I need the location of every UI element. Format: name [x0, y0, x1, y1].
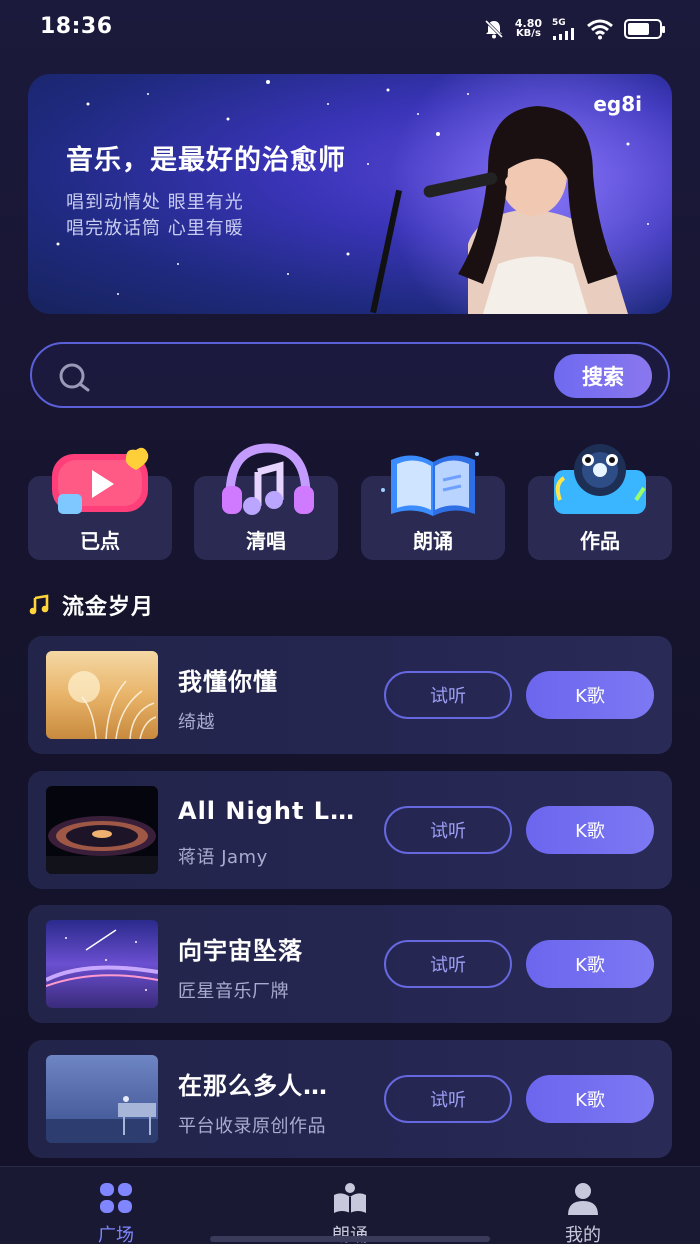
status-bar: 18:36 4.80 KB/s 5G — [0, 0, 700, 60]
nav-label: 广场 — [98, 1225, 134, 1244]
grid-icon — [100, 1183, 132, 1213]
headphones-note-icon — [222, 443, 314, 515]
signal-icon — [553, 27, 574, 40]
banner-subtitle-2: 唱完放话筒 心里有暖 — [66, 218, 244, 239]
song-cover — [46, 786, 158, 874]
music-note-icon — [29, 594, 49, 615]
banner-logo: eg8i — [593, 92, 642, 116]
song-item[interactable]: 向宇宙坠落 匠星音乐厂牌 试听 K歌 — [28, 905, 672, 1023]
song-artist: 匠星音乐厂牌 — [178, 981, 289, 1002]
category-row: 已点 清唱 朗诵 作品 — [28, 440, 672, 560]
category-label: 已点 — [80, 529, 120, 553]
nav-profile[interactable]: 我的 — [523, 1181, 643, 1244]
network-label: 5G — [552, 17, 566, 28]
song-cover — [46, 651, 158, 739]
category-label: 作品 — [580, 529, 620, 553]
book-icon — [334, 1183, 366, 1213]
open-book-icon — [381, 452, 479, 516]
song-artist: 绮越 — [178, 712, 215, 733]
karaoke-button[interactable]: K歌 — [526, 1075, 654, 1123]
banner-subtitle-1: 唱到动情处 眼里有光 — [66, 192, 244, 213]
song-cover — [46, 1055, 158, 1143]
karaoke-button[interactable]: K歌 — [526, 671, 654, 719]
mute-bell-icon — [484, 19, 503, 39]
preview-button[interactable]: 试听 — [384, 940, 512, 988]
preview-button[interactable]: 试听 — [384, 806, 512, 854]
karaoke-button[interactable]: K歌 — [526, 806, 654, 854]
network-speed: 4.80 KB/s — [515, 18, 542, 39]
status-time: 18:36 — [40, 14, 113, 39]
song-title: 向宇宙坠落 — [178, 937, 303, 965]
section-header: 流金岁月 — [28, 588, 154, 622]
song-title: 我懂你懂 — [178, 668, 278, 696]
category-label: 清唱 — [246, 529, 286, 553]
search-input[interactable] — [112, 358, 572, 394]
karaoke-button[interactable]: K歌 — [526, 940, 654, 988]
battery-icon — [624, 19, 665, 39]
network-type: 5G — [552, 17, 576, 40]
category-label: 朗诵 — [413, 529, 453, 553]
banner-title: 音乐，是最好的治愈师 — [66, 145, 346, 176]
home-indicator[interactable] — [210, 1236, 490, 1242]
nav-plaza[interactable]: 广场 — [56, 1181, 176, 1244]
video-heart-icon — [52, 447, 149, 514]
search-icon — [59, 363, 90, 392]
song-item[interactable]: 在那么多人… 平台收录原创作品 试听 K歌 — [28, 1040, 672, 1158]
category-works[interactable]: 作品 — [528, 440, 672, 560]
song-item[interactable]: All Night L… 蒋语 Jamy 试听 K歌 — [28, 771, 672, 889]
preview-button[interactable]: 试听 — [384, 1075, 512, 1123]
song-artist: 蒋语 Jamy — [178, 847, 268, 868]
user-icon — [568, 1183, 598, 1215]
vinyl-player-icon — [554, 444, 646, 514]
song-title: All Night L… — [178, 797, 356, 825]
nav-label: 我的 — [565, 1225, 601, 1244]
category-recital[interactable]: 朗诵 — [361, 440, 505, 560]
song-title: 在那么多人… — [178, 1072, 328, 1100]
section-title: 流金岁月 — [62, 595, 155, 620]
bottom-navigation: 广场 朗诵 我的 — [0, 1166, 700, 1244]
wifi-icon — [587, 19, 613, 40]
category-acapella[interactable]: 清唱 — [194, 440, 338, 560]
hero-banner[interactable]: 音乐，是最好的治愈师 唱到动情处 眼里有光 唱完放话筒 心里有暖 eg8i — [28, 74, 672, 314]
category-requested[interactable]: 已点 — [28, 440, 172, 560]
preview-button[interactable]: 试听 — [384, 671, 512, 719]
status-icons: 4.80 KB/s 5G — [483, 16, 665, 42]
nav-recital[interactable]: 朗诵 — [290, 1181, 410, 1244]
search-bar: 搜索 — [30, 342, 670, 408]
song-cover — [46, 920, 158, 1008]
song-artist: 平台收录原创作品 — [178, 1116, 326, 1137]
speed-unit: KB/s — [515, 28, 541, 39]
search-button[interactable]: 搜索 — [554, 354, 652, 398]
song-item[interactable]: 我懂你懂 绮越 试听 K歌 — [28, 636, 672, 754]
